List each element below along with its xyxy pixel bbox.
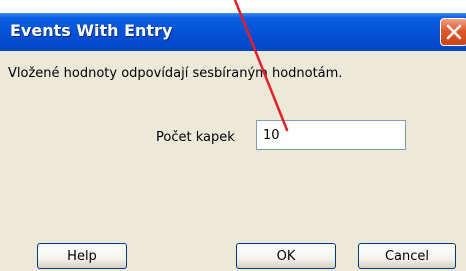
cancel-button[interactable]: Cancel [358,243,456,269]
close-icon [446,24,462,40]
ok-button[interactable]: OK [236,243,336,269]
close-button[interactable] [440,18,466,46]
title-bar[interactable]: Events With Entry [0,13,466,51]
drop-count-label: Počet kapek [156,130,235,145]
dialog-window: Events With Entry Vložené hodnoty odpoví… [0,13,466,271]
window-title: Events With Entry [10,21,173,40]
help-button[interactable]: Help [37,243,127,269]
drop-count-input[interactable] [256,120,406,150]
info-message: Vložené hodnoty odpovídají sesbíraným ho… [8,66,343,81]
